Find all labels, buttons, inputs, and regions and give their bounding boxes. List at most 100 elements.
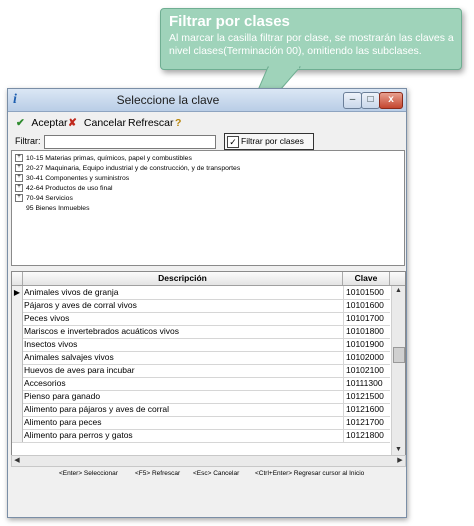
tree-item[interactable]: 95 Bienes Inmuebles	[15, 204, 89, 214]
table-row[interactable]: Accesorios 10111300	[12, 377, 390, 391]
row-indicator	[12, 390, 23, 403]
row-indicator	[12, 403, 23, 416]
maximize-button[interactable]: □	[361, 92, 380, 109]
hint-ctrl-enter: <Ctrl+Enter> Regresar cursor al Inicio	[255, 470, 365, 477]
title-bar[interactable]: i Seleccione la clave – □ x	[8, 89, 406, 112]
description-cell[interactable]: Alimento para perros y gatos	[24, 429, 342, 442]
table-row[interactable]: Peces vivos 10101700	[12, 312, 390, 326]
tree-item-label: 70-94 Servicios	[26, 195, 73, 202]
filter-by-class-label: Filtrar por clases	[241, 136, 304, 146]
grid-horizontal-scrollbar[interactable]: ◀ ▶	[11, 455, 406, 467]
description-cell[interactable]: Mariscos e invertebrados acuáticos vivos	[24, 325, 342, 338]
tree-item[interactable]: +70-94 Servicios	[15, 194, 73, 204]
scroll-down-icon[interactable]: ▼	[392, 445, 405, 455]
description-cell[interactable]: Alimento para pájaros y aves de corral	[24, 403, 342, 416]
description-cell[interactable]: Animales vivos de granja	[24, 286, 342, 299]
filter-label: Filtrar:	[15, 136, 41, 146]
refresh-button[interactable]: Refrescar	[128, 115, 174, 131]
tree-item[interactable]: +10-15 Materias primas, químicos, papel …	[15, 154, 192, 164]
cross-icon: ✘	[68, 117, 77, 129]
key-cell[interactable]: 10101600	[343, 299, 392, 312]
description-cell[interactable]: Peces vivos	[24, 312, 342, 325]
row-indicator	[12, 338, 23, 351]
description-cell[interactable]: Pienso para ganado	[24, 390, 342, 403]
table-row[interactable]: Huevos de aves para incubar 10102100	[12, 364, 390, 378]
expand-icon[interactable]: +	[15, 154, 23, 163]
row-indicator	[12, 312, 23, 325]
key-cell[interactable]: 10101900	[343, 338, 392, 351]
scroll-up-icon[interactable]: ▲	[392, 286, 405, 296]
tree-item[interactable]: +20-27 Maquinaria, Equipo industrial y d…	[15, 164, 240, 174]
key-cell[interactable]: 10121700	[343, 416, 392, 429]
key-column-header[interactable]: Clave	[343, 272, 390, 285]
tree-item-label: 42-64 Productos de uso final	[26, 185, 113, 192]
key-cell[interactable]: 10101800	[343, 325, 392, 338]
row-indicator	[12, 299, 23, 312]
key-cell[interactable]: 10101700	[343, 312, 392, 325]
key-cell[interactable]: 10101500	[343, 286, 392, 299]
filter-by-class-toggle[interactable]: ✓ Filtrar por clases	[224, 133, 314, 150]
expand-icon[interactable]: +	[15, 184, 23, 193]
description-cell[interactable]: Huevos de aves para incubar	[24, 364, 342, 377]
table-row[interactable]: Pienso para ganado 10121500	[12, 390, 390, 404]
row-indicator	[12, 325, 23, 338]
scroll-right-icon[interactable]: ▶	[395, 456, 405, 466]
toolbar: ✔ Aceptar ✘ Cancelar Refrescar ?	[8, 112, 406, 134]
grid-header-indicator	[12, 272, 23, 285]
description-cell[interactable]: Pájaros y aves de corral vivos	[24, 299, 342, 312]
expand-icon[interactable]: +	[15, 164, 23, 173]
table-row[interactable]: Insectos vivos 10101900	[12, 338, 390, 352]
table-row[interactable]: Alimento para peces 10121700	[12, 416, 390, 430]
key-cell[interactable]: 10121500	[343, 390, 392, 403]
description-cell[interactable]: Alimento para peces	[24, 416, 342, 429]
select-key-dialog: i Seleccione la clave – □ x ✔ Aceptar ✘ …	[7, 88, 407, 518]
grid-header: Descripción Clave	[12, 272, 405, 286]
table-row[interactable]: Animales salvajes vivos 10102000	[12, 351, 390, 365]
callout-balloon: Filtrar por clases Al marcar la casilla …	[160, 8, 462, 70]
close-button[interactable]: x	[379, 92, 403, 109]
category-tree[interactable]: +10-15 Materias primas, químicos, papel …	[11, 150, 405, 266]
description-column-header[interactable]: Descripción	[23, 272, 343, 285]
description-cell[interactable]: Insectos vivos	[24, 338, 342, 351]
accept-button[interactable]: ✔ Aceptar	[16, 115, 68, 131]
expand-icon[interactable]: +	[15, 174, 23, 183]
key-cell[interactable]: 10102100	[343, 364, 392, 377]
row-indicator: ▶	[12, 286, 23, 299]
table-row[interactable]: ▶ Animales vivos de granja 10101500	[12, 286, 390, 300]
scroll-left-icon[interactable]: ◀	[12, 456, 22, 466]
help-key-icon[interactable]: ?	[175, 115, 181, 131]
minimize-button[interactable]: –	[343, 92, 362, 109]
scroll-thumb[interactable]	[393, 347, 405, 363]
expand-icon[interactable]: +	[15, 194, 23, 203]
tree-item-label: 20-27 Maquinaria, Equipo industrial y de…	[26, 165, 241, 172]
keys-grid: Descripción Clave ▶ Animales vivos de gra…	[11, 271, 406, 456]
cancel-button[interactable]: ✘ Cancelar	[68, 115, 126, 131]
table-row[interactable]: Pájaros y aves de corral vivos 10101600	[12, 299, 390, 313]
callout-title: Filtrar por clases	[169, 13, 290, 30]
filter-input[interactable]	[44, 135, 216, 149]
table-row[interactable]: Mariscos e invertebrados acuáticos vivos…	[12, 325, 390, 339]
tree-item[interactable]: +30-41 Componentes y suministros	[15, 174, 129, 184]
key-cell[interactable]: 10102000	[343, 351, 392, 364]
hint-f5: <F5> Refrescar	[135, 470, 181, 477]
check-icon: ✔	[16, 117, 25, 129]
description-cell[interactable]: Accesorios	[24, 377, 342, 390]
callout-body: Al marcar la casilla filtrar por clase, …	[169, 32, 454, 57]
key-cell[interactable]: 10121800	[343, 429, 392, 442]
key-cell[interactable]: 10121600	[343, 403, 392, 416]
table-row[interactable]: Alimento para perros y gatos 10121800	[12, 429, 390, 443]
row-indicator	[12, 351, 23, 364]
cancel-label: Cancelar	[83, 117, 126, 129]
table-row[interactable]: Alimento para pájaros y aves de corral 10…	[12, 403, 390, 417]
row-indicator	[12, 416, 23, 429]
description-cell[interactable]: Animales salvajes vivos	[24, 351, 342, 364]
tree-item[interactable]: +42-64 Productos de uso final	[15, 184, 113, 194]
hint-enter: <Enter> Seleccionar	[59, 470, 118, 477]
grid-vertical-scrollbar[interactable]: ▲ ▼	[391, 286, 405, 455]
filter-by-class-checkbox[interactable]: ✓	[227, 136, 239, 148]
tree-item-label: 30-41 Componentes y suministros	[26, 175, 130, 182]
refresh-label: Refrescar	[128, 117, 174, 129]
key-cell[interactable]: 10111300	[343, 377, 392, 390]
window-title: Seleccione la clave	[116, 93, 220, 107]
shortcut-hints-bar: <Enter> Seleccionar <F5> Refrescar <Esc>…	[11, 468, 404, 480]
